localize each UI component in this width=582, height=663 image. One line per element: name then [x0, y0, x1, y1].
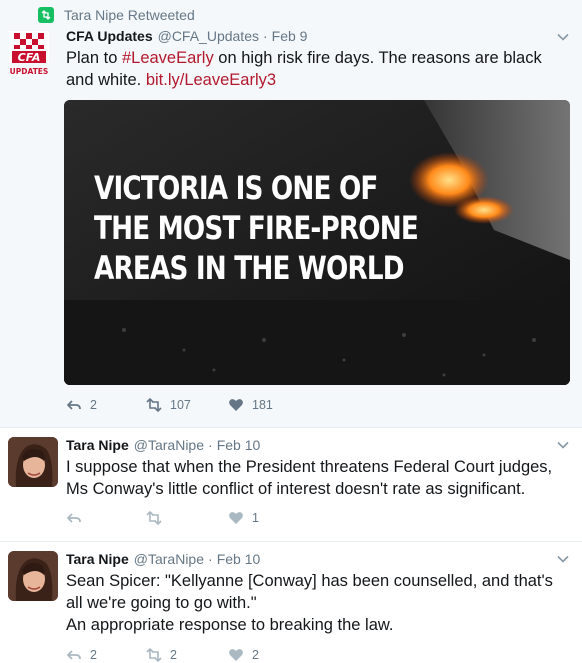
avatar[interactable] — [8, 551, 58, 601]
retweet-icon — [146, 397, 162, 413]
reply-button[interactable] — [66, 510, 146, 526]
avatar-cfa[interactable]: CFA UPDATES — [8, 31, 50, 77]
tweet-text-line: An appropriate response to breaking the … — [66, 616, 394, 634]
tweet-tara-1[interactable]: Tara Nipe @TaraNipe · Feb 10 I suppose t… — [0, 428, 582, 542]
url-link[interactable]: bit.ly/LeaveEarly3 — [146, 71, 276, 89]
chevron-down-icon[interactable] — [556, 30, 570, 44]
tweet-actions: 2 2 2 — [66, 647, 308, 663]
retweet-count: 2 — [170, 648, 177, 662]
avatar[interactable] — [8, 437, 58, 487]
author-handle[interactable]: @TaraNipe — [134, 551, 204, 567]
tweet-date[interactable]: Feb 10 — [217, 551, 261, 567]
author-handle[interactable]: @TaraNipe — [134, 437, 204, 453]
like-icon — [229, 649, 243, 661]
author-name[interactable]: Tara Nipe — [66, 551, 129, 567]
reply-count: 2 — [90, 648, 97, 662]
tweet-date[interactable]: Feb 10 — [217, 437, 261, 453]
tweet-text: Sean Spicer: "Kellyanne [Conway] has bee… — [66, 570, 566, 636]
retweet-button[interactable]: 2 — [146, 647, 228, 663]
tweet-actions: 2 107 181 — [66, 397, 308, 413]
retweet-context-label: Tara Nipe Retweeted — [64, 7, 195, 23]
author-handle[interactable]: @CFA_Updates — [158, 28, 259, 44]
like-icon — [229, 512, 243, 524]
like-icon — [229, 399, 243, 411]
retweet-count: 107 — [170, 398, 191, 412]
tweet-header: Tara Nipe @TaraNipe · Feb 10 — [66, 437, 260, 453]
chevron-down-icon[interactable] — [556, 552, 570, 566]
retweet-icon — [146, 647, 162, 663]
svg-text:CFA: CFA — [18, 51, 41, 64]
author-name[interactable]: Tara Nipe — [66, 437, 129, 453]
retweet-icon — [146, 510, 162, 526]
retweet-button[interactable]: 107 — [146, 397, 228, 413]
tweet-header: Tara Nipe @TaraNipe · Feb 10 — [66, 551, 260, 567]
media-headline: VICTORIA IS ONE OF THE MOST FIRE-PRONE A… — [94, 169, 419, 287]
reply-icon — [67, 513, 81, 523]
chevron-down-icon[interactable] — [556, 438, 570, 452]
tweet-text: Plan to #LeaveEarly on high risk fire da… — [66, 47, 566, 91]
like-count: 2 — [252, 648, 259, 662]
retweet-button[interactable] — [146, 510, 228, 526]
tweet-media-image[interactable]: VICTORIA IS ONE OF THE MOST FIRE-PRONE A… — [64, 100, 570, 385]
tweet-tara-2[interactable]: Tara Nipe @TaraNipe · Feb 10 Sean Spicer… — [0, 542, 582, 663]
like-button[interactable]: 1 — [228, 510, 308, 526]
hashtag-link[interactable]: #LeaveEarly — [122, 49, 214, 67]
reply-icon — [67, 400, 81, 410]
like-button[interactable]: 181 — [228, 397, 308, 413]
separator-dot: · — [262, 28, 268, 44]
tweet-cfa[interactable]: Tara Nipe Retweeted CFA UPDATES CFA Upda… — [0, 0, 582, 428]
reply-icon — [67, 650, 81, 660]
retweet-context[interactable]: Tara Nipe Retweeted — [38, 6, 195, 24]
reply-button[interactable]: 2 — [66, 397, 146, 413]
reply-button[interactable]: 2 — [66, 647, 146, 663]
like-count: 1 — [252, 511, 259, 525]
svg-text:UPDATES: UPDATES — [10, 67, 49, 76]
like-count: 181 — [252, 398, 273, 412]
tweet-text-line: Sean Spicer: "Kellyanne [Conway] has bee… — [66, 572, 553, 612]
tweet-header: CFA Updates @CFA_Updates · Feb 9 — [66, 28, 307, 44]
author-name[interactable]: CFA Updates — [66, 28, 153, 44]
separator-dot: · — [208, 551, 213, 567]
tweet-text-part: Plan to — [66, 49, 122, 67]
separator-dot: · — [208, 437, 213, 453]
tweet-actions: 1 — [66, 510, 308, 526]
reply-count: 2 — [90, 398, 97, 412]
tweet-date[interactable]: Feb 9 — [272, 28, 308, 44]
like-button[interactable]: 2 — [228, 647, 308, 663]
tweet-text: I suppose that when the President threat… — [66, 458, 553, 498]
retweet-context-icon — [38, 7, 54, 23]
